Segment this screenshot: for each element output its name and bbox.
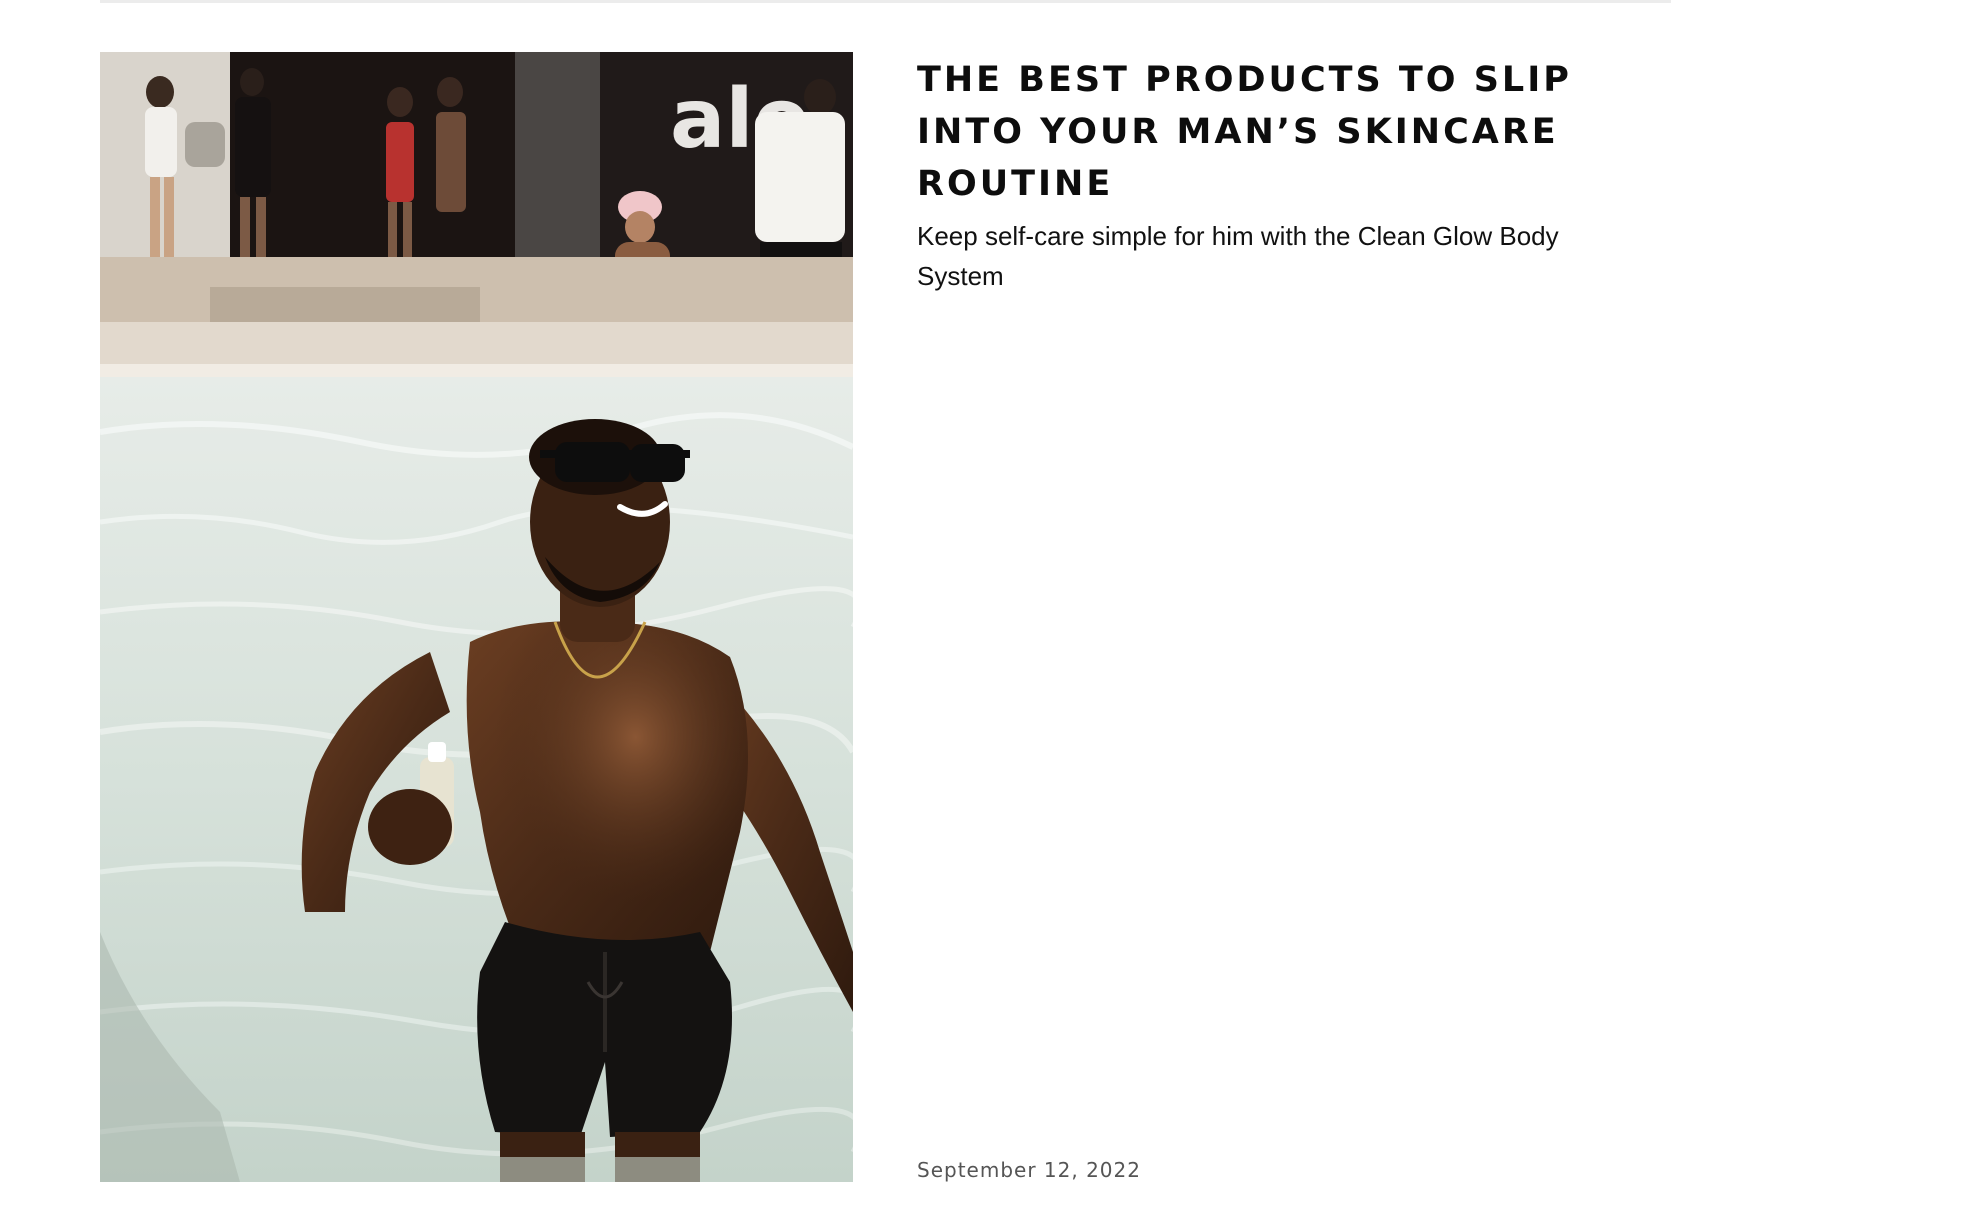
article-hero-image[interactable]: alo [100,52,853,1182]
pool-photo: alo [100,52,853,1182]
top-divider [100,0,1671,3]
article-date: September 12, 2022 [917,1158,1141,1182]
article-card[interactable]: alo THE BEST PRODUCTS TO SLIP INTO YOUR … [100,52,1671,1182]
article-headline[interactable]: THE BEST PRODUCTS TO SLIP INTO YOUR MAN’… [917,52,1637,210]
article-text-column: THE BEST PRODUCTS TO SLIP INTO YOUR MAN’… [917,52,1671,1182]
page: alo THE BEST PRODUCTS TO SLIP INTO YOUR … [0,0,1962,1212]
article-subtitle: Keep self-care simple for him with the C… [917,221,1559,291]
